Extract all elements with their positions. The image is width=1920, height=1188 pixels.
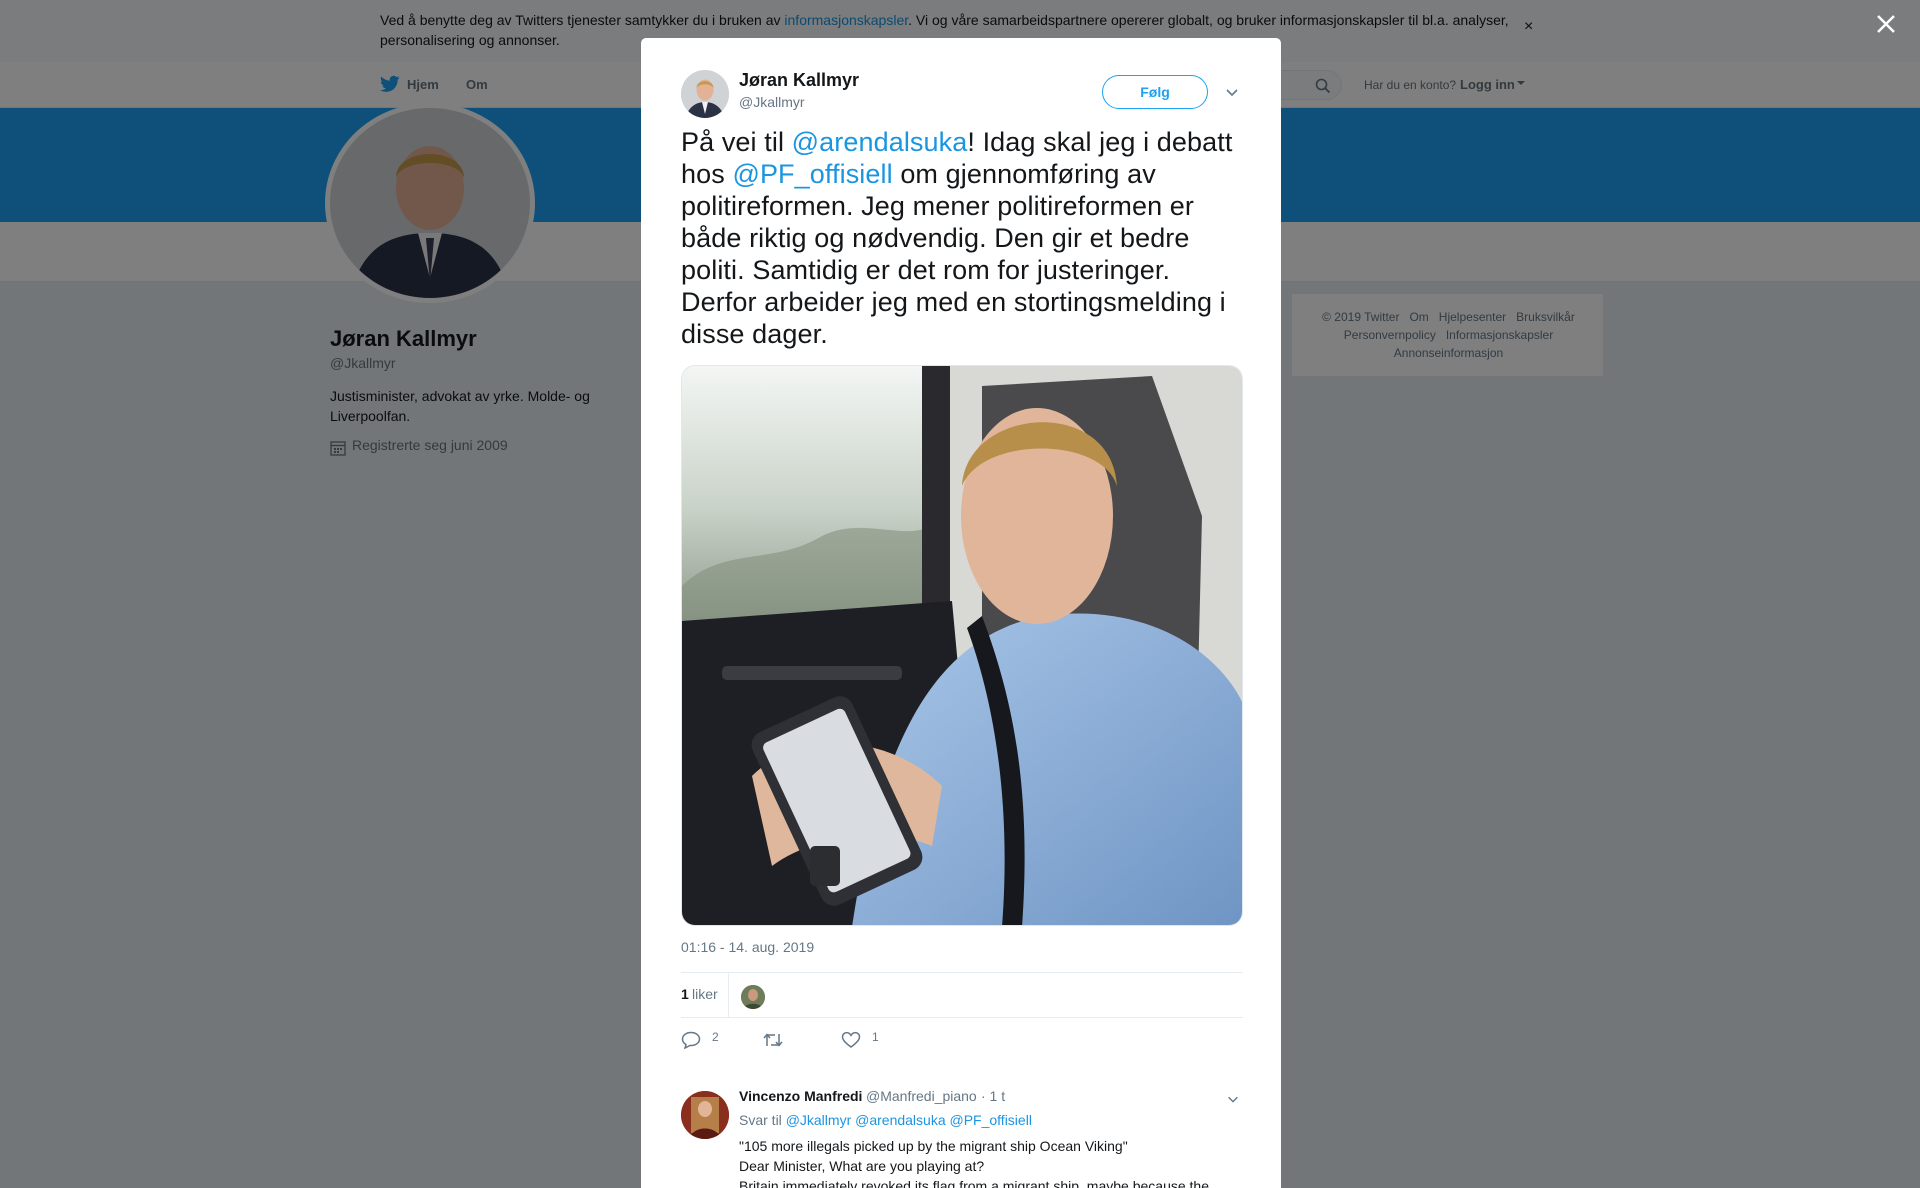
tweet-text-part: På vei til	[681, 127, 792, 157]
tweet-text: På vei til @arendalsuka! Idag skal jeg i…	[681, 126, 1251, 350]
likes-label[interactable]: liker	[692, 986, 718, 1002]
close-icon[interactable]	[1874, 12, 1898, 36]
likes-count[interactable]: 1	[681, 986, 689, 1002]
reply-author-avatar[interactable]	[681, 1091, 729, 1139]
tweet-author-handle[interactable]: @Jkallmyr	[739, 94, 805, 110]
liker-avatar[interactable]	[741, 985, 765, 1009]
tweet-permalink-modal: Jøran Kallmyr @Jkallmyr Følg På vei til …	[641, 38, 1281, 1188]
reply-text: "105 more illegals picked up by the migr…	[739, 1138, 1209, 1188]
tweet-stats: 1 liker	[681, 972, 1243, 1018]
chevron-down-icon[interactable]	[1224, 84, 1240, 100]
stats-divider	[728, 973, 729, 1018]
chevron-down-icon[interactable]	[1226, 1092, 1240, 1106]
reply-icon	[681, 1031, 701, 1049]
reply-author-handle[interactable]: @Manfredi_piano	[866, 1088, 977, 1104]
tweet-author-name[interactable]: Jøran Kallmyr	[739, 70, 859, 91]
heart-icon	[841, 1031, 861, 1048]
follow-button[interactable]: Følg	[1102, 75, 1208, 109]
tweet-timestamp[interactable]: 01:16 - 14. aug. 2019	[681, 939, 814, 955]
mention-link[interactable]: @PF_offisiell	[732, 159, 892, 189]
mention-link[interactable]: @arendalsuka	[792, 127, 968, 157]
reply-count: 2	[712, 1030, 719, 1044]
reply-time[interactable]: · 1 t	[981, 1088, 1005, 1104]
reply-mentions[interactable]: @Jkallmyr @arendalsuka @PF_offisiell	[786, 1112, 1032, 1128]
tweet-actions: 2 1	[681, 1028, 1243, 1058]
retweet-icon	[763, 1033, 783, 1047]
tweet-photo[interactable]	[681, 365, 1243, 926]
reply-context-label: Svar til	[739, 1112, 786, 1128]
tweet-author-avatar[interactable]	[681, 70, 729, 118]
reply-author-name[interactable]: Vincenzo Manfredi	[739, 1088, 862, 1104]
reply-context: Svar til @Jkallmyr @arendalsuka @PF_offi…	[739, 1112, 1032, 1128]
like-count: 1	[872, 1030, 879, 1044]
